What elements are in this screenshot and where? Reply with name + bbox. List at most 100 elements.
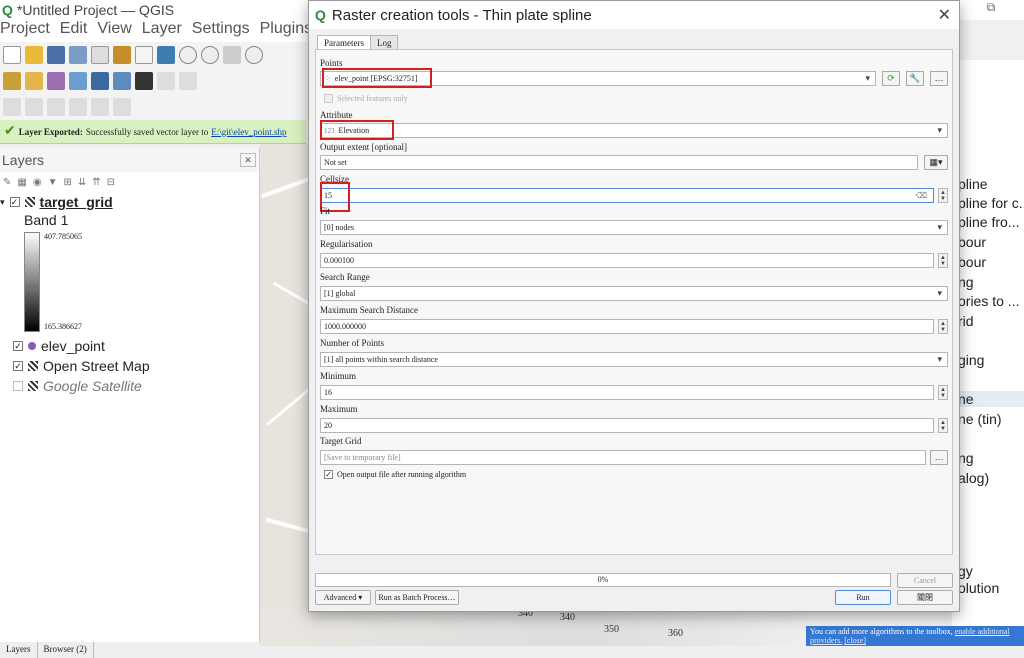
annotation-icon[interactable] bbox=[91, 98, 109, 116]
toolbox-item[interactable]: bour bbox=[958, 254, 986, 270]
maximum-input[interactable]: 20 bbox=[320, 418, 934, 433]
extent-menu-button[interactable]: ▦▾ bbox=[924, 155, 948, 170]
field-calculator-icon[interactable] bbox=[113, 72, 131, 90]
layer-checkbox[interactable]: ✓ bbox=[9, 197, 20, 207]
pan-icon[interactable] bbox=[135, 46, 153, 64]
iterate-icon[interactable]: ⟳ bbox=[882, 71, 900, 86]
layer-google-satellite[interactable]: Google Satellite bbox=[0, 376, 260, 396]
toolbox-item[interactable]: pline fro... bbox=[958, 214, 1019, 230]
save-as-icon[interactable] bbox=[69, 46, 87, 64]
advanced-button[interactable]: Advanced ▾ bbox=[315, 590, 371, 605]
toolbox-item[interactable]: alog) bbox=[958, 470, 989, 486]
tab-log[interactable]: Log bbox=[369, 35, 399, 50]
layer-checkbox[interactable] bbox=[13, 381, 23, 391]
points-select[interactable]: ⁘ elev_point [EPSG:32751] bbox=[320, 71, 876, 86]
select-by-value-icon[interactable] bbox=[25, 98, 43, 116]
pan-to-selection-icon[interactable] bbox=[157, 46, 175, 64]
num-points-select[interactable]: [1] all points within search distance bbox=[320, 352, 948, 367]
zoom-full-icon[interactable] bbox=[223, 46, 241, 64]
run-button[interactable]: Run bbox=[835, 590, 891, 605]
attribute-select[interactable]: 123 Elevation bbox=[320, 123, 948, 138]
tab-parameters[interactable]: Parameters bbox=[317, 35, 371, 50]
regularisation-input[interactable]: 0.000100 bbox=[320, 253, 934, 268]
remove-layer-icon[interactable]: ⊟ bbox=[107, 177, 115, 188]
deselect-icon[interactable] bbox=[47, 98, 65, 116]
menu-settings[interactable]: Settings bbox=[192, 20, 250, 42]
extent-field[interactable]: Not set bbox=[320, 155, 918, 170]
hint-providers-link[interactable]: providers. bbox=[810, 636, 842, 645]
regularisation-spinner[interactable]: ▲ ▼ bbox=[938, 253, 948, 268]
print-layout-icon[interactable] bbox=[91, 46, 109, 64]
add-vector-icon[interactable] bbox=[47, 72, 65, 90]
menu-layer[interactable]: Layer bbox=[142, 20, 182, 42]
open-output-checkbox[interactable]: ✓ Open output file after running algorit… bbox=[324, 470, 466, 479]
attribute-table-icon[interactable] bbox=[91, 72, 109, 90]
menu-project[interactable]: Project bbox=[0, 20, 50, 42]
toolbox-item[interactable]: ories to ... bbox=[958, 293, 1019, 309]
edit-icon[interactable] bbox=[157, 72, 175, 90]
new-project-icon[interactable] bbox=[3, 46, 21, 64]
target-grid-field[interactable]: [Save to temporary file] bbox=[320, 450, 926, 465]
browse-output-button[interactable]: … bbox=[930, 450, 948, 465]
toolbox-item[interactable]: ging bbox=[958, 352, 984, 368]
dialog-close-icon[interactable]: ✕ bbox=[938, 5, 951, 25]
identify-icon[interactable] bbox=[135, 72, 153, 90]
minimum-input[interactable]: 16 bbox=[320, 385, 934, 400]
toolbox-item[interactable]: ng bbox=[958, 274, 974, 290]
toolbox-item-selected[interactable]: ne bbox=[952, 391, 1024, 407]
selected-only-checkbox[interactable]: Selected features only bbox=[324, 94, 408, 103]
max-search-spinner[interactable]: ▲ ▼ bbox=[938, 319, 948, 334]
add-layer-icon[interactable] bbox=[3, 72, 21, 90]
layer-elev-point[interactable]: ✓ elev_point bbox=[0, 336, 260, 356]
visibility-icon[interactable]: ◉ bbox=[33, 177, 42, 188]
message-link[interactable]: E:\git\elev_point.shp bbox=[211, 127, 286, 137]
add-group-icon[interactable]: ▦ bbox=[17, 177, 26, 188]
toolbox-item[interactable]: ng bbox=[958, 450, 974, 466]
collapse-arrow-icon[interactable]: ▾ bbox=[0, 197, 5, 208]
maximum-spinner[interactable]: ▲ ▼ bbox=[938, 418, 948, 433]
fit-select[interactable]: [0] nodes bbox=[320, 220, 948, 235]
layer-osm[interactable]: ✓ Open Street Map bbox=[0, 356, 260, 376]
cancel-button[interactable]: Cancel bbox=[897, 573, 953, 588]
toolbox-item[interactable]: gy bbox=[958, 563, 973, 579]
digitize-icon[interactable] bbox=[69, 72, 87, 90]
filter-legend-icon[interactable]: ⊞ bbox=[63, 177, 71, 188]
cellsize-spinner[interactable]: ▲ ▼ bbox=[938, 188, 948, 203]
label-icon[interactable] bbox=[113, 98, 131, 116]
layer-checkbox[interactable]: ✓ bbox=[13, 361, 23, 371]
collapse-all-icon[interactable]: ⇈ bbox=[92, 177, 100, 188]
data-source-icon[interactable] bbox=[25, 72, 43, 90]
toolbox-item[interactable]: ne (tin) bbox=[958, 411, 1002, 427]
zoom-layer-icon[interactable] bbox=[245, 46, 263, 64]
toolbox-item[interactable]: bour bbox=[958, 234, 986, 250]
browse-points-button[interactable]: … bbox=[930, 71, 948, 86]
measure-icon[interactable] bbox=[69, 98, 87, 116]
tab-browser[interactable]: Browser (2) bbox=[38, 642, 94, 658]
save-edits-icon[interactable] bbox=[179, 72, 197, 90]
max-search-input[interactable]: 1000.000000 bbox=[320, 319, 934, 334]
menu-view[interactable]: View bbox=[97, 20, 131, 42]
style-manager-icon[interactable] bbox=[113, 46, 131, 64]
menu-edit[interactable]: Edit bbox=[60, 20, 88, 42]
toolbox-item[interactable]: pline for c... bbox=[958, 195, 1024, 211]
select-icon[interactable] bbox=[3, 98, 21, 116]
hint-close-link[interactable]: [close] bbox=[844, 636, 866, 645]
wrench-icon[interactable]: 🔧 bbox=[906, 71, 924, 86]
layer-target-grid[interactable]: ▾ ✓ target_grid bbox=[0, 192, 259, 212]
expand-all-icon[interactable]: ⇊ bbox=[78, 177, 86, 188]
map-canvas[interactable] bbox=[260, 144, 310, 644]
search-range-select[interactable]: [1] global bbox=[320, 286, 948, 301]
toolbox-item[interactable]: olution bbox=[958, 580, 999, 596]
cellsize-input[interactable]: 15 ⌫ bbox=[320, 188, 934, 203]
toolbox-item[interactable]: pline bbox=[958, 176, 988, 192]
batch-button[interactable]: Run as Batch Process… bbox=[375, 590, 459, 605]
hint-enable-link[interactable]: enable additional bbox=[955, 627, 1010, 636]
open-project-icon[interactable] bbox=[25, 46, 43, 64]
clear-icon[interactable]: ⌫ bbox=[916, 191, 927, 200]
layer-checkbox[interactable]: ✓ bbox=[13, 341, 23, 351]
restore-icon[interactable]: ⧉ bbox=[987, 0, 996, 20]
filter-icon[interactable]: ▼ bbox=[48, 177, 58, 188]
minimum-spinner[interactable]: ▲ ▼ bbox=[938, 385, 948, 400]
style-icon[interactable]: ✎ bbox=[3, 177, 11, 188]
save-project-icon[interactable] bbox=[47, 46, 65, 64]
